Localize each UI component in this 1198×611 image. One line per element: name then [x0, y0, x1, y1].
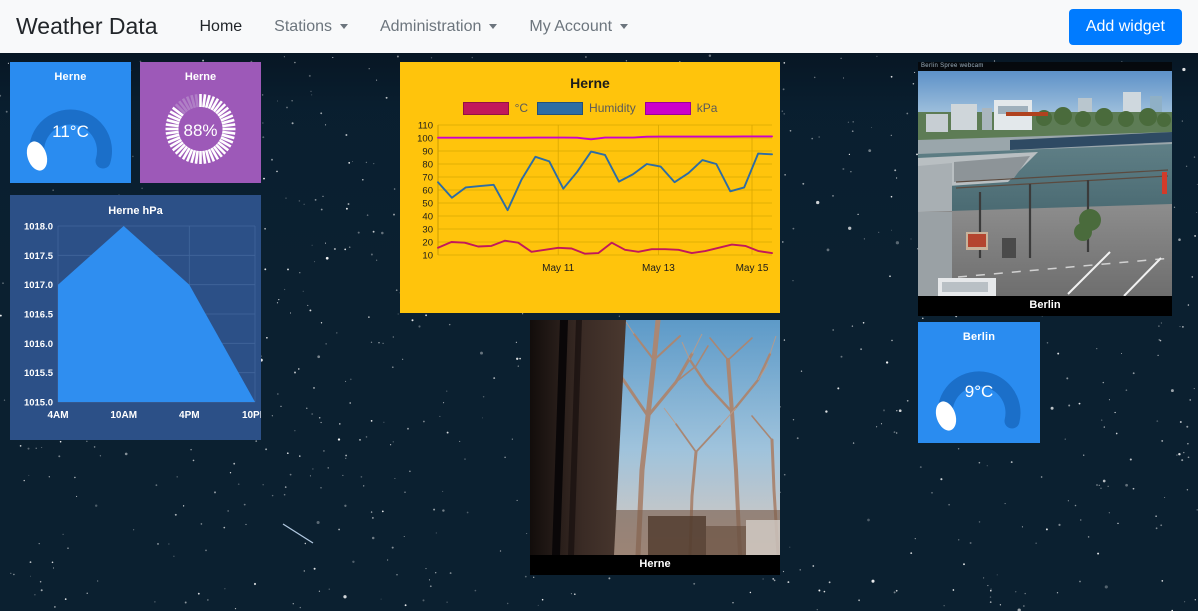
- svg-text:May 15: May 15: [736, 263, 769, 274]
- nav-item-stations-label: Stations: [274, 17, 332, 35]
- chevron-down-icon: [489, 24, 498, 29]
- gauge-value: 9°C: [964, 382, 994, 402]
- nav-item-stations[interactable]: Stations: [258, 10, 364, 44]
- webcam-caption: Berlin: [918, 296, 1172, 316]
- top-navbar: Weather Data Home Stations Administratio…: [0, 0, 1198, 53]
- widget-herne-humidity[interactable]: Herne 88%: [140, 62, 261, 183]
- svg-text:May 13: May 13: [642, 263, 675, 274]
- gauge-dial: 11°C: [10, 83, 131, 178]
- nav-item-my-account[interactable]: My Account: [513, 10, 644, 44]
- widget-herne-photo[interactable]: Herne: [530, 320, 780, 575]
- svg-text:80: 80: [422, 160, 433, 171]
- legend-item-kpa[interactable]: kPa: [644, 101, 718, 115]
- herne-window-tree-photo: [530, 320, 780, 555]
- widget-title: Berlin: [962, 331, 996, 343]
- svg-text:110: 110: [418, 121, 433, 132]
- svg-text:30: 30: [422, 225, 433, 236]
- nav-item-administration[interactable]: Administration: [364, 10, 513, 44]
- widget-berlin-temperature-gauge[interactable]: Berlin 9°C: [918, 322, 1040, 443]
- nav-links: Home Stations Administration My Account: [183, 10, 644, 44]
- svg-text:70: 70: [422, 173, 433, 184]
- svg-text:60: 60: [422, 186, 433, 197]
- legend-label-kpa: kPa: [696, 101, 718, 115]
- widget-herne-line-chart[interactable]: Herne °C Humidity kPa 10 20 30 40 50 60 70 80 90…: [400, 62, 780, 313]
- berlin-spree-photo: [918, 62, 1172, 296]
- nav-item-my-account-label: My Account: [529, 17, 613, 35]
- widget-title: Herne: [184, 71, 217, 83]
- svg-text:10: 10: [422, 251, 433, 262]
- svg-text:1018.0: 1018.0: [24, 222, 53, 233]
- photo-caption: Herne: [530, 555, 780, 575]
- widget-title: Herne: [54, 71, 87, 83]
- svg-text:10PM: 10PM: [242, 410, 261, 421]
- widget-berlin-webcam[interactable]: Berlin Spree webcam Berlin: [918, 62, 1172, 316]
- area-chart-svg: 1015.0 1015.5 1016.0 1016.5 1017.0 1017.5 1018…: [24, 222, 261, 422]
- legend-item-humidity[interactable]: Humidity: [537, 101, 636, 115]
- gauge-value: 11°C: [52, 122, 89, 142]
- svg-text:10AM: 10AM: [110, 410, 137, 421]
- svg-text:1015.0: 1015.0: [24, 398, 53, 409]
- nav-item-home-label: Home: [199, 17, 243, 35]
- svg-text:4AM: 4AM: [47, 410, 68, 421]
- legend-label-temperature: °C: [514, 101, 529, 115]
- svg-text:1017.0: 1017.0: [24, 280, 53, 291]
- legend-swatch-kpa: [644, 101, 691, 115]
- svg-text:50: 50: [422, 199, 433, 210]
- legend-label-humidity: Humidity: [589, 101, 636, 115]
- svg-text:1016.0: 1016.0: [24, 339, 53, 350]
- widget-herne-hpa-chart[interactable]: Herne hPa 1015.0 1015.5 1016.0 1016.5 1017.0…: [10, 195, 261, 440]
- area-chart-plot: 1015.0 1015.5 1016.0 1016.5 1017.0 1017.5 1018…: [10, 217, 261, 436]
- nav-item-home[interactable]: Home: [183, 10, 258, 44]
- legend-swatch-humidity: [537, 101, 584, 115]
- svg-text:1016.5: 1016.5: [24, 310, 54, 321]
- brand-title[interactable]: Weather Data: [16, 13, 157, 40]
- chart-title: Herne: [570, 75, 610, 91]
- webcam-image: Berlin Spree webcam: [918, 62, 1172, 296]
- legend-swatch-temperature: [462, 101, 509, 115]
- webcam-timestamp-overlay: Berlin Spree webcam: [918, 62, 1172, 71]
- svg-text:1015.5: 1015.5: [24, 368, 54, 379]
- line-chart-svg: 10 20 30 40 50 60 70 80 90 100 110 May 11 May 13 May…: [417, 121, 773, 274]
- svg-text:90: 90: [422, 147, 433, 158]
- chevron-down-icon: [620, 24, 629, 29]
- legend-item-temperature[interactable]: °C: [462, 101, 529, 115]
- svg-text:May 11: May 11: [542, 263, 574, 274]
- svg-text:20: 20: [422, 238, 433, 249]
- svg-text:100: 100: [417, 134, 433, 145]
- add-widget-button[interactable]: Add widget: [1068, 8, 1182, 45]
- gauge-dial: 9°C: [918, 343, 1040, 438]
- humidity-dial: 88%: [140, 83, 261, 178]
- herne-image: [530, 320, 780, 555]
- svg-text:40: 40: [422, 212, 433, 223]
- humidity-value: 88%: [183, 120, 218, 140]
- widget-herne-temperature-gauge[interactable]: Herne 11°C: [10, 62, 131, 183]
- svg-text:1017.5: 1017.5: [24, 251, 54, 262]
- nav-item-administration-label: Administration: [379, 17, 482, 35]
- chevron-down-icon: [339, 24, 348, 29]
- line-chart-plot: 10 20 30 40 50 60 70 80 90 100 110 May 11 May 13 May…: [400, 119, 780, 281]
- svg-text:4PM: 4PM: [179, 410, 200, 421]
- chart-title: Herne hPa: [108, 205, 163, 217]
- chart-legend: °C Humidity kPa: [400, 101, 780, 115]
